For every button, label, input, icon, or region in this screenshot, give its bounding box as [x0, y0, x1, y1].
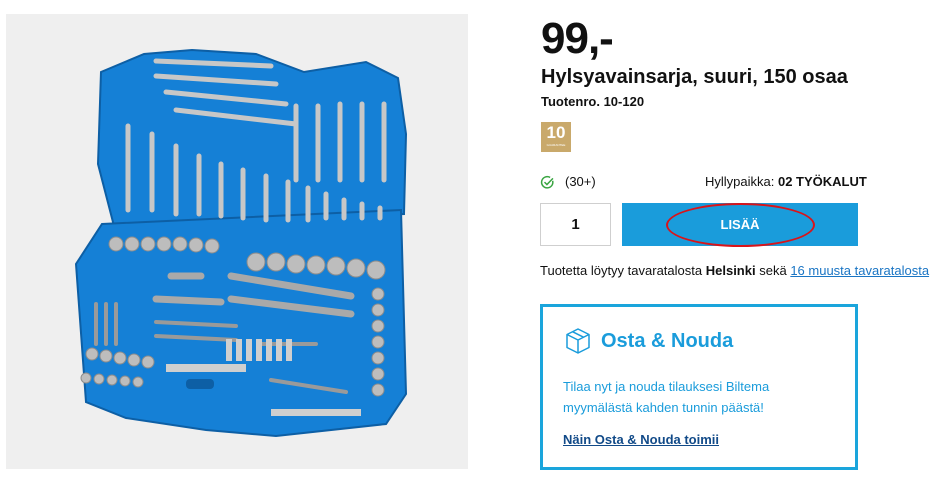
availability-prefix: Tuotetta löytyy tavaratalosta [540, 263, 703, 278]
article-number: Tuotenro. 10-120 [541, 94, 645, 109]
socket-set-case-illustration [74, 48, 408, 438]
check-circle-icon [540, 175, 554, 189]
availability-middle: sekä [759, 263, 787, 278]
other-stores-link[interactable]: 16 muusta tavaratalosta [790, 263, 929, 278]
pickup-description: Tilaa nyt ja nouda tilauksesi Biltema my… [563, 379, 770, 415]
stock-status: (30+) [540, 173, 596, 191]
stock-count: (30+) [565, 174, 596, 189]
pickup-heading: Osta & Nouda [601, 330, 734, 352]
click-and-collect-box: Osta & Nouda Tilaa nyt ja nouda tilaukse… [540, 304, 858, 470]
store-name: Helsinki [705, 263, 756, 278]
shelf-label: Hyllypaikka: [705, 174, 775, 189]
warranty-label: GUARANTEE [546, 143, 566, 147]
store-availability: Tuotetta löytyy tavaratalosta Helsinki s… [540, 262, 929, 280]
warranty-badge: 10 GUARANTEE [541, 122, 571, 152]
shelf-value: 02 TYÖKALUT [777, 174, 867, 189]
pickup-info-link[interactable]: Näin Osta & Nouda toimii [563, 431, 719, 449]
shelf-location: Hyllypaikka: 02 TYÖKALUT [705, 173, 867, 191]
product-price: 99,- [541, 14, 614, 63]
warranty-years: 10 [546, 123, 566, 142]
quantity-input[interactable]: 1 [540, 203, 611, 246]
package-icon [566, 328, 590, 354]
add-to-cart-button[interactable]: LISÄÄ [622, 203, 858, 246]
product-title: Hylsyavainsarja, suuri, 150 osaa [541, 66, 848, 88]
product-image[interactable] [6, 14, 468, 469]
